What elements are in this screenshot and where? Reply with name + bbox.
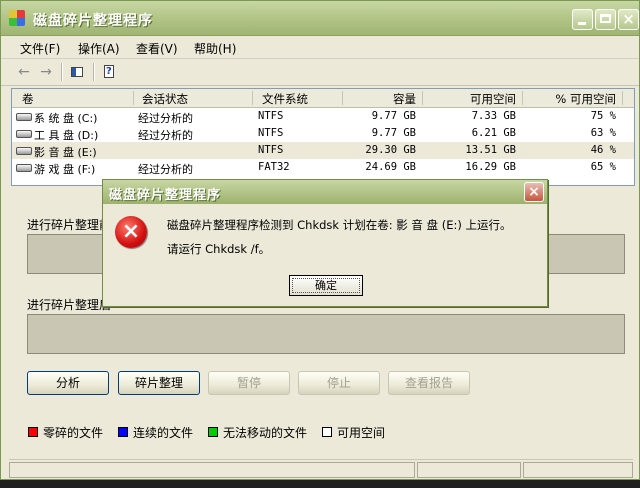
legend-unmovable-label: 无法移动的文件: [223, 426, 308, 440]
legend-contiguous-label: 连续的文件: [133, 426, 194, 440]
toolbar: ← → ?: [1, 59, 639, 86]
after-defrag-label: 进行碎片整理后: [27, 298, 112, 312]
dialog-title-bar[interactable]: 磁盘碎片整理程序 ×: [103, 180, 547, 204]
toolbar-separator: [61, 63, 63, 81]
col-volume[interactable]: 卷: [22, 91, 34, 106]
legend-fragmented-swatch: [28, 427, 38, 437]
volume-capacity: 24.69 GB: [365, 161, 416, 173]
back-icon[interactable]: ←: [15, 64, 33, 80]
menu-action[interactable]: 操作(A): [78, 40, 120, 57]
menu-bar: 文件(F) 操作(A) 查看(V) 帮助(H): [1, 36, 639, 59]
defragment-button[interactable]: 碎片整理: [118, 371, 200, 395]
volume-row[interactable]: 游 戏 盘 (F:) 经过分析的 FAT32 24.69 GB 16.29 GB…: [12, 159, 634, 176]
volume-capacity: 9.77 GB: [371, 110, 416, 122]
volume-fs: NTFS: [258, 144, 284, 156]
close-icon: ×: [622, 10, 635, 28]
defrag-app-icon: [9, 10, 25, 26]
minimize-button[interactable]: [572, 9, 593, 30]
legend-free-space-swatch: [322, 427, 332, 437]
maximize-button[interactable]: [595, 9, 616, 30]
dialog-message-instruction: 请运行 Chkdsk /f。: [167, 242, 271, 256]
pause-button[interactable]: 暂停: [208, 371, 290, 395]
volume-name: 系 统 盘 (C:): [34, 112, 98, 125]
volume-free: 6.21 GB: [471, 127, 516, 139]
volume-capacity: 9.77 GB: [371, 127, 416, 139]
stop-button[interactable]: 停止: [298, 371, 380, 395]
volume-free: 7.33 GB: [471, 110, 516, 122]
title-bar[interactable]: 磁盘碎片整理程序 ×: [1, 1, 639, 36]
status-bar: [9, 459, 633, 478]
hard-drive-icon: [16, 130, 32, 138]
before-defrag-label: 进行碎片整理前: [27, 218, 112, 232]
volume-name: 影 音 盘 (E:): [34, 146, 97, 159]
volume-pct-free: 46 %: [590, 144, 616, 156]
volume-free: 13.51 GB: [465, 144, 516, 156]
col-pct-free[interactable]: % 可用空间: [532, 91, 616, 106]
dialog-close-button[interactable]: ×: [524, 182, 544, 202]
ok-button[interactable]: 确定: [289, 275, 363, 296]
legend-contiguous-swatch: [118, 427, 128, 437]
volume-list[interactable]: 卷 会话状态 文件系统 容量 可用空间 % 可用空间 系 统 盘 (C:) 经过…: [11, 88, 635, 186]
legend-free-space-label: 可用空间: [337, 426, 386, 440]
dialog-title: 磁盘碎片整理程序: [109, 188, 222, 203]
volume-capacity: 29.30 GB: [365, 144, 416, 156]
volume-fs: NTFS: [258, 110, 284, 122]
help-properties-button[interactable]: ?: [100, 64, 118, 80]
volume-status: 经过分析的: [138, 129, 193, 142]
volume-row-selected[interactable]: 影 音 盘 (E:) NTFS 29.30 GB 13.51 GB 46 %: [12, 142, 634, 159]
hard-drive-icon: [16, 113, 32, 121]
status-pane: [417, 462, 521, 478]
menu-view[interactable]: 查看(V): [136, 40, 178, 57]
volume-row[interactable]: 系 统 盘 (C:) 经过分析的 NTFS 9.77 GB 7.33 GB 75…: [12, 108, 634, 125]
maximize-icon: [600, 14, 611, 23]
status-pane: [523, 462, 633, 478]
volume-fs: NTFS: [258, 127, 284, 139]
forward-icon[interactable]: →: [37, 64, 55, 80]
close-icon: ×: [528, 184, 540, 200]
menu-file[interactable]: 文件(F): [20, 40, 60, 57]
error-icon: ×: [115, 216, 147, 248]
hard-drive-icon: [16, 164, 32, 172]
volume-status: 经过分析的: [138, 163, 193, 176]
volume-name: 工 具 盘 (D:): [34, 129, 99, 142]
close-button[interactable]: ×: [618, 9, 639, 30]
toolbar-separator: [93, 63, 95, 81]
hard-drive-icon: [16, 147, 32, 155]
show-hide-console-tree-button[interactable]: [68, 64, 86, 80]
volume-pct-free: 65 %: [590, 161, 616, 173]
col-session-status[interactable]: 会话状态: [142, 91, 188, 106]
volume-free: 16.29 GB: [465, 161, 516, 173]
volume-fs: FAT32: [258, 161, 290, 173]
volume-name: 游 戏 盘 (F:): [34, 163, 96, 176]
focus-ring: [292, 278, 360, 293]
minimize-icon: [578, 22, 586, 25]
view-report-button[interactable]: 查看报告: [388, 371, 470, 395]
col-file-system[interactable]: 文件系统: [262, 91, 308, 106]
status-pane: [9, 462, 415, 478]
volume-row[interactable]: 工 具 盘 (D:) 经过分析的 NTFS 9.77 GB 6.21 GB 63…: [12, 125, 634, 142]
console-tree-icon: [71, 67, 83, 77]
window-title: 磁盘碎片整理程序: [33, 13, 153, 29]
legend-fragmented-label: 零碎的文件: [43, 426, 104, 440]
volume-status: 经过分析的: [138, 112, 193, 125]
menu-help[interactable]: 帮助(H): [194, 40, 236, 57]
chkdsk-error-dialog: 磁盘碎片整理程序 × × 磁盘碎片整理程序检测到 Chkdsk 计划在卷: 影 …: [102, 179, 548, 307]
dialog-message: 磁盘碎片整理程序检测到 Chkdsk 计划在卷: 影 音 盘 (E:) 上运行。: [167, 218, 512, 232]
analyze-button[interactable]: 分析: [27, 371, 109, 395]
volume-list-header: 卷 会话状态 文件系统 容量 可用空间 % 可用空间: [12, 89, 634, 108]
col-capacity[interactable]: 容量: [352, 91, 416, 106]
volume-pct-free: 63 %: [590, 127, 616, 139]
legend-unmovable-swatch: [208, 427, 218, 437]
col-free-space[interactable]: 可用空间: [432, 91, 516, 106]
after-defrag-display: [27, 314, 625, 354]
volume-pct-free: 75 %: [590, 110, 616, 122]
